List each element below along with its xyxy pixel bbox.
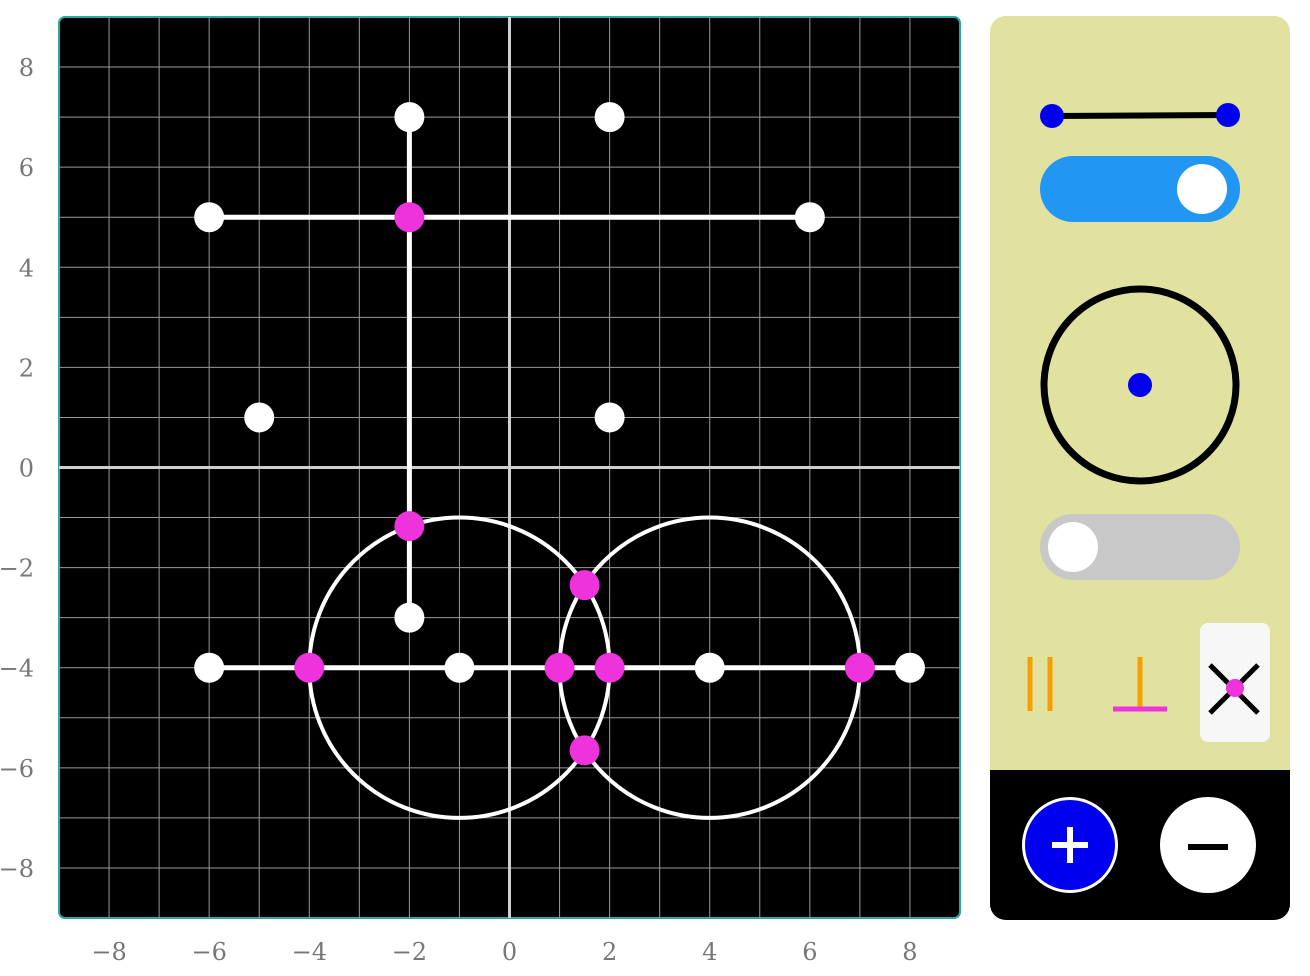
intersection-point <box>294 652 325 683</box>
x-tick-label: −4 <box>292 938 327 966</box>
intersection-point <box>844 652 875 683</box>
segment-tool-section <box>990 16 1290 243</box>
y-tick-label: −2 <box>0 555 34 583</box>
x-tick-label: −6 <box>191 938 226 966</box>
circle-tool-icon[interactable] <box>1038 283 1242 487</box>
plus-icon <box>1052 827 1088 863</box>
x-tick-label: −8 <box>91 938 126 966</box>
x-tick-label: −2 <box>392 938 427 966</box>
free-point[interactable] <box>794 202 825 233</box>
intersection-point <box>394 202 425 233</box>
intersection-point <box>394 511 425 542</box>
free-point[interactable] <box>194 652 225 683</box>
intersection-tool-button[interactable] <box>1200 623 1270 742</box>
intersection-icon <box>1208 663 1260 715</box>
y-tick-label: −6 <box>0 755 34 783</box>
toggle-knob <box>1048 522 1098 572</box>
y-tick-label: 6 <box>19 154 34 182</box>
board-canvas[interactable]: −8 −6 −4 −2 0 2 4 6 8 8 6 4 2 0 −2 −4 −6 −8 <box>0 0 980 976</box>
y-tick-label: 2 <box>19 354 34 382</box>
y-tick-label: −8 <box>0 855 34 883</box>
constraint-tools-section <box>990 605 1290 769</box>
x-tick-label: 2 <box>602 938 617 966</box>
intersection-point <box>594 652 625 683</box>
free-point[interactable] <box>444 652 475 683</box>
segment-tool-icon[interactable] <box>1030 96 1250 136</box>
intersection-point <box>569 570 600 601</box>
y-tick-label: −4 <box>0 655 34 683</box>
free-point[interactable] <box>244 402 275 433</box>
free-point[interactable] <box>194 202 225 233</box>
x-tick-label: 8 <box>902 938 917 966</box>
free-point[interactable] <box>894 652 925 683</box>
circle-toggle[interactable] <box>1040 514 1240 580</box>
free-point[interactable] <box>694 652 725 683</box>
free-point[interactable] <box>594 402 625 433</box>
y-tick-label: 8 <box>19 54 34 82</box>
segment-toggle[interactable] <box>1040 156 1240 222</box>
y-tick-label: 4 <box>19 254 34 282</box>
zoom-in-button[interactable] <box>1022 797 1118 893</box>
intersection-point <box>569 735 600 766</box>
y-tick-label: 0 <box>19 455 34 483</box>
minus-icon <box>1188 844 1228 850</box>
perpendicular-icon[interactable] <box>1110 649 1170 719</box>
geometry-board[interactable]: −8 −6 −4 −2 0 2 4 6 8 8 6 4 2 0 −2 −4 −6 −8 <box>0 0 980 976</box>
circle-tool-section <box>990 247 1290 601</box>
toggle-knob <box>1177 164 1227 214</box>
x-tick-label: 6 <box>802 938 817 966</box>
free-point[interactable] <box>594 102 625 133</box>
tool-panel <box>990 16 1290 920</box>
zoom-section <box>990 770 1290 920</box>
parallel-icon[interactable] <box>1020 649 1070 719</box>
zoom-out-button[interactable] <box>1160 797 1256 893</box>
intersection-point <box>544 652 575 683</box>
x-tick-label: 0 <box>502 938 517 966</box>
free-point[interactable] <box>394 602 425 633</box>
x-tick-label: 4 <box>702 938 717 966</box>
free-point[interactable] <box>394 102 425 133</box>
